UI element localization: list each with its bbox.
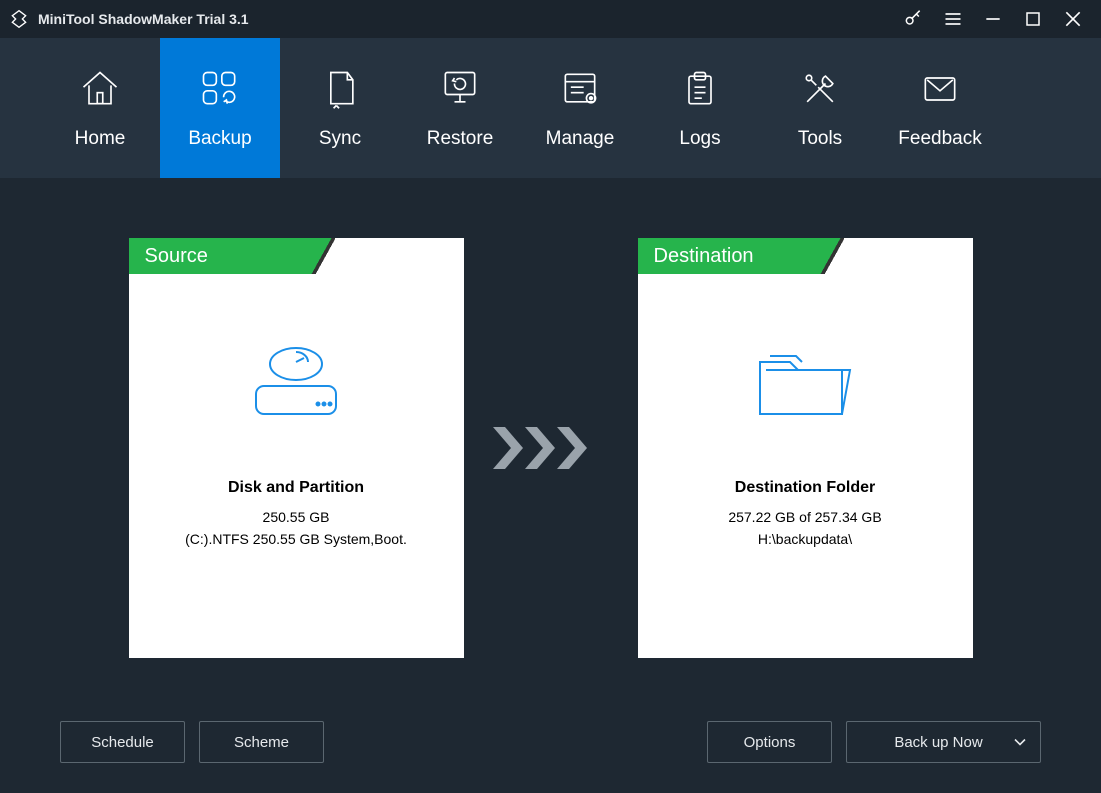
destination-path: H:\backupdata\ [638,531,973,547]
feedback-icon [917,66,963,112]
nav-backup[interactable]: Backup [160,38,280,178]
menu-button[interactable] [933,0,973,38]
content: Source Disk an [0,178,1101,793]
navbar: Home Backup Sync Restore Manage Logs T [0,38,1101,178]
nav-feedback[interactable]: Feedback [880,38,1000,178]
source-header: Source [129,238,309,274]
logs-icon [677,66,723,112]
maximize-button[interactable] [1013,0,1053,38]
options-button[interactable]: Options [707,721,832,763]
nav-tools[interactable]: Tools [760,38,880,178]
chevron-down-icon [1014,734,1026,751]
footer: Schedule Scheme Options Back up Now [60,721,1041,763]
nav-sync[interactable]: Sync [280,38,400,178]
nav-label: Tools [798,128,842,150]
destination-panel[interactable]: Destination Destination Folder 257.22 GB… [638,238,973,658]
nav-restore[interactable]: Restore [400,38,520,178]
source-detail: (C:).NTFS 250.55 GB System,Boot. [129,531,464,547]
nav-label: Restore [427,128,494,150]
destination-title: Destination Folder [638,479,973,497]
nav-label: Backup [188,128,251,150]
nav-manage[interactable]: Manage [520,38,640,178]
tools-icon [797,66,843,112]
close-button[interactable] [1053,0,1093,38]
schedule-button[interactable]: Schedule [60,721,185,763]
nav-label: Home [75,128,126,150]
disk-icon [129,329,464,439]
nav-label: Logs [679,128,720,150]
restore-icon [437,66,483,112]
nav-label: Feedback [898,128,981,150]
destination-size: 257.22 GB of 257.34 GB [638,509,973,525]
source-size: 250.55 GB [129,509,464,525]
key-button[interactable] [893,0,933,38]
titlebar: MiniTool ShadowMaker Trial 3.1 [0,0,1101,38]
backup-now-label: Back up Now [894,734,982,751]
backup-icon [197,66,243,112]
nav-home[interactable]: Home [40,38,160,178]
app-title: MiniTool ShadowMaker Trial 3.1 [38,11,249,27]
destination-header: Destination [638,238,818,274]
home-icon [77,66,123,112]
folder-icon [638,329,973,439]
minimize-button[interactable] [973,0,1013,38]
manage-icon [557,66,603,112]
scheme-button[interactable]: Scheme [199,721,324,763]
nav-logs[interactable]: Logs [640,38,760,178]
sync-icon [317,66,363,112]
nav-label: Sync [319,128,361,150]
source-panel[interactable]: Source Disk an [129,238,464,658]
app-logo-icon [8,8,30,30]
arrows-icon [486,238,616,658]
source-title: Disk and Partition [129,479,464,497]
backup-now-button[interactable]: Back up Now [846,721,1041,763]
nav-label: Manage [546,128,615,150]
